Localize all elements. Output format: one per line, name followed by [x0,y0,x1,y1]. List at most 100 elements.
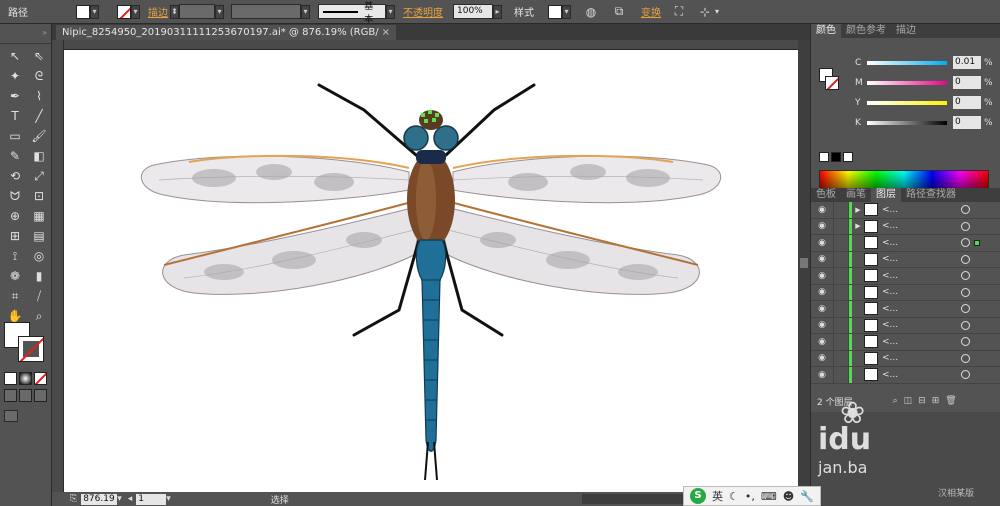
gradient-tool-icon[interactable]: ▤ [28,227,50,246]
align-icon[interactable]: ⧉ [611,4,627,19]
black-slider[interactable] [867,120,947,125]
wrench-icon[interactable]: 🔧 [800,490,814,503]
target-circle-icon[interactable] [961,221,970,231]
vertical-scroll-thumb[interactable] [800,258,808,268]
horizontal-ruler[interactable] [64,40,798,50]
lock-toggle[interactable] [833,284,849,300]
visibility-eye-icon[interactable]: ◉ [811,287,833,297]
magenta-value[interactable]: 0 [953,76,981,89]
brush-dropdown[interactable]: ▾ [386,4,395,19]
stroke-swatch[interactable] [117,4,131,19]
layer-row[interactable]: ◉ <... [811,251,1000,268]
tools-collapse-icon[interactable]: » [0,24,51,44]
lock-toggle[interactable] [833,218,849,234]
target-circle-icon[interactable] [961,287,970,297]
eraser-tool-icon[interactable]: ◧ [28,147,50,166]
layer-name[interactable]: <... [882,221,932,231]
visibility-eye-icon[interactable]: ◉ [811,271,833,281]
selected-art-indicator[interactable] [974,239,980,246]
moon-icon[interactable]: ☾ [729,490,739,503]
shape-builder-tool-icon[interactable]: ⊕ [4,207,26,226]
scale-tool-icon[interactable]: ⤢ [28,167,50,186]
tab-pathfinder[interactable]: 路径查找器 [901,188,961,202]
visibility-eye-icon[interactable]: ◉ [811,304,833,314]
paintbrush-tool-icon[interactable]: 🖌 [28,127,50,146]
gradient-mode-icon[interactable] [19,372,32,385]
layer-name[interactable]: <... [882,254,932,264]
document-tab[interactable]: Nipic_8254950_20190311111253670197.ai* @… [56,25,396,53]
lock-toggle[interactable] [833,317,849,333]
rotate-tool-icon[interactable]: ⟲ [4,167,26,186]
layer-row[interactable]: ◉ <... [811,367,1000,384]
white-swatch[interactable] [843,152,853,162]
visibility-eye-icon[interactable]: ◉ [811,238,833,248]
draw-behind-icon[interactable] [19,389,32,402]
graphic-style-dropdown[interactable]: ▾ [562,4,571,19]
target-circle-icon[interactable] [961,254,970,264]
target-circle-icon[interactable] [961,320,970,330]
visibility-eye-icon[interactable]: ◉ [811,221,833,231]
direct-selection-tool-icon[interactable]: ⇖ [28,47,50,66]
arrange-icon[interactable]: ⊹ [697,5,713,19]
brush-definition[interactable]: 基本 [318,2,386,25]
stroke-dropdown[interactable]: ▾ [131,4,140,19]
close-tab-icon[interactable]: × [382,25,390,40]
color-mode-icon[interactable] [4,372,17,385]
symbol-sprayer-tool-icon[interactable]: ❁ [4,267,26,286]
arrange-dropdown-icon[interactable]: ▾ [713,7,721,16]
status-mode-label[interactable]: 选择 [271,493,289,506]
lock-toggle[interactable] [833,350,849,366]
layer-row[interactable]: ◉ <... [811,284,1000,301]
lock-toggle[interactable] [833,235,849,251]
lock-toggle[interactable] [833,251,849,267]
artboard-dropdown-icon[interactable]: ▾ [166,494,171,504]
fill-swatch[interactable] [76,4,90,19]
mesh-tool-icon[interactable]: ⊞ [4,227,26,246]
line-tool-icon[interactable]: ╱ [28,107,50,126]
lock-toggle[interactable] [833,367,849,383]
pencil-tool-icon[interactable]: ✎ [4,147,26,166]
target-circle-icon[interactable] [961,271,970,281]
target-circle-icon[interactable] [961,337,970,347]
keyboard-icon[interactable]: ⌨ [761,490,777,503]
isolate-icon[interactable]: ⛶ [671,4,687,19]
layer-name[interactable]: <... [882,304,932,314]
none-swatch[interactable] [819,152,829,162]
blend-tool-icon[interactable]: ◎ [28,247,50,266]
artboard[interactable] [64,50,798,492]
visibility-eye-icon[interactable]: ◉ [811,320,833,330]
zoom-dropdown-icon[interactable]: ▾ [117,494,122,504]
draw-inside-icon[interactable] [34,389,47,402]
yellow-value[interactable]: 0 [953,96,981,109]
tab-brushes[interactable]: 画笔 [841,188,871,202]
slice-tool-icon[interactable]: ⧸ [28,287,50,306]
yellow-slider[interactable] [867,100,947,105]
tab-swatches[interactable]: 色板 [811,188,841,202]
type-tool-icon[interactable]: T [4,107,26,126]
layer-name[interactable]: <... [882,353,932,363]
stroke-color-box[interactable] [18,336,44,362]
layer-name[interactable]: <... [882,337,932,347]
user-icon[interactable]: ☻ [783,490,794,503]
lock-toggle[interactable] [833,334,849,350]
visibility-eye-icon[interactable]: ◉ [811,353,833,363]
target-circle-icon[interactable] [961,370,970,380]
tab-color[interactable]: 颜色 [811,24,841,38]
opacity-field[interactable]: 100% [453,4,493,19]
cyan-value[interactable]: 0.01 [953,56,981,69]
magenta-slider[interactable] [867,80,947,85]
visibility-eye-icon[interactable]: ◉ [811,205,833,215]
curvature-tool-icon[interactable]: ⌇ [28,87,50,106]
lock-toggle[interactable] [833,268,849,284]
target-circle-icon[interactable] [961,304,970,314]
fill-dropdown[interactable]: ▾ [90,4,99,19]
graphic-style-swatch[interactable] [548,4,562,19]
stroke-weight-field[interactable] [179,4,215,19]
ime-language-label[interactable]: 英 [712,488,723,504]
tab-stroke[interactable]: 描边 [891,24,921,38]
prev-artboard-icon[interactable]: ◂ [128,494,133,504]
screen-mode-icon[interactable] [4,410,18,422]
free-transform-tool-icon[interactable]: ⊡ [28,187,50,206]
pen-tool-icon[interactable]: ✒ [4,87,26,106]
layer-row[interactable]: ◉ ▶ <... [811,218,1000,235]
